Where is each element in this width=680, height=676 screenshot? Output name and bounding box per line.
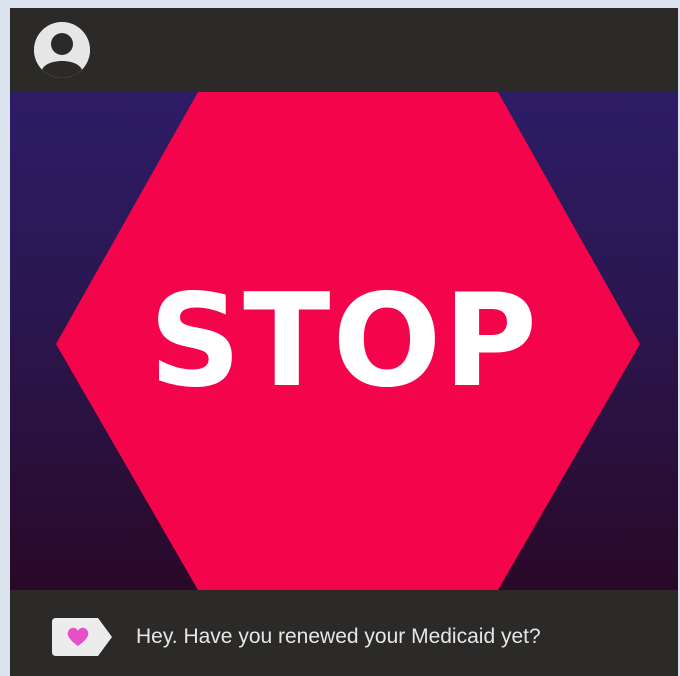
avatar-silhouette-icon [34,22,90,78]
post-footer: Hey. Have you renewed your Medicaid yet? [10,590,678,676]
post-header [10,8,678,92]
screen-background: STOP Hey. Have you renewed your Medicaid… [0,0,680,676]
post-caption: Hey. Have you renewed your Medicaid yet? [136,625,541,648]
user-avatar-icon[interactable] [34,22,90,78]
post-card: STOP Hey. Have you renewed your Medicaid… [10,8,678,676]
stop-sign-image: STOP [10,92,678,590]
stop-headline: STOP [148,267,540,416]
heart-icon [52,618,112,656]
heart-tag-icon[interactable] [50,616,114,663]
